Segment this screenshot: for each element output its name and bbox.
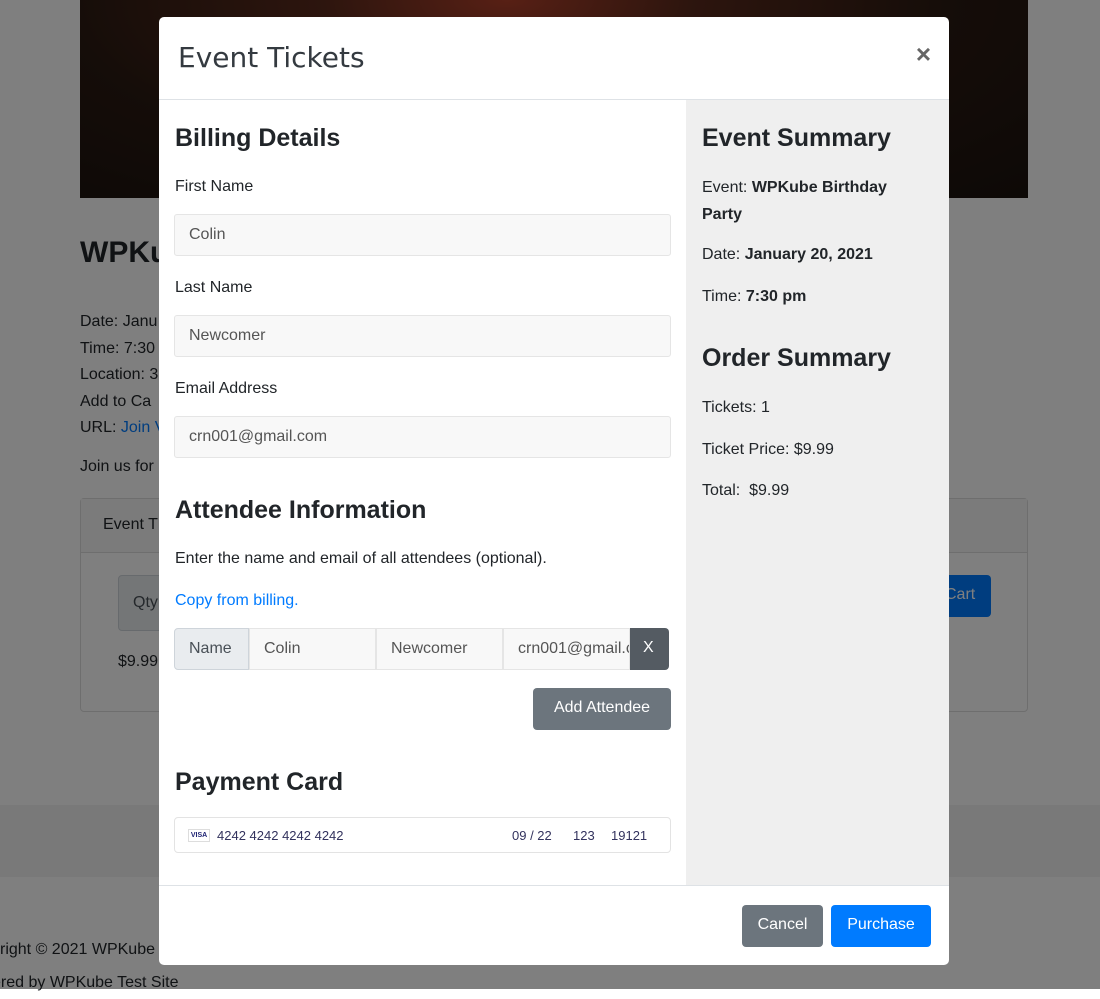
email-input[interactable]: crn001@gmail.com — [174, 416, 671, 458]
card-cvc[interactable]: 123 — [573, 828, 595, 843]
modal-title: Event Tickets — [178, 41, 365, 74]
first-name-label: First Name — [175, 178, 254, 195]
last-name-label: Last Name — [175, 279, 253, 296]
email-label: Email Address — [175, 380, 278, 397]
time-label: Time: — [702, 288, 746, 305]
attendee-row: Name Colin Newcomer crn001@gmail.com X — [174, 628, 670, 670]
billing-column: Billing Details First Name Colin Last Na… — [159, 100, 686, 885]
cancel-button[interactable]: Cancel — [742, 905, 823, 947]
time-value: 7:30 pm — [745, 288, 807, 305]
add-attendee-button[interactable]: Add Attendee — [533, 688, 671, 730]
date-value: January 20, 2021 — [744, 246, 873, 263]
summary-event: Event: WPKube Birthday Party — [702, 174, 922, 228]
summary-ticket-price: Ticket Price: $9.99 — [702, 441, 834, 458]
attendee-description: Enter the name and email of all attendee… — [175, 550, 547, 567]
card-expiry[interactable]: 09 / 22 — [512, 828, 552, 843]
attendee-heading: Attendee Information — [175, 496, 427, 524]
attendee-first-input[interactable]: Colin — [249, 628, 376, 670]
billing-heading: Billing Details — [175, 124, 341, 152]
remove-attendee-button[interactable]: X — [630, 628, 669, 670]
summary-date: Date: January 20, 2021 — [702, 241, 873, 268]
card-number[interactable]: 4242 4242 4242 4242 — [217, 828, 344, 843]
event-label: Event: — [702, 179, 752, 196]
name-prefix: Name — [174, 628, 249, 670]
summary-time: Time: 7:30 pm — [702, 283, 806, 310]
visa-icon: VISA — [188, 829, 210, 842]
card-zip[interactable]: 19121 — [611, 828, 647, 843]
attendee-last-input[interactable]: Newcomer — [376, 628, 503, 670]
summary-tickets: Tickets: 1 — [702, 399, 770, 416]
first-name-input[interactable]: Colin — [174, 214, 671, 256]
modal-footer: Cancel Purchase — [159, 885, 949, 965]
modal-header: Event Tickets — [159, 17, 949, 100]
copy-from-billing-link[interactable]: Copy from billing. — [175, 592, 299, 610]
event-summary-heading: Event Summary — [702, 124, 891, 152]
summary-column: Event Summary Event: WPKube Birthday Par… — [686, 100, 949, 885]
event-tickets-modal: Event Tickets × Billing Details First Na… — [159, 17, 949, 965]
order-summary-heading: Order Summary — [702, 344, 891, 372]
close-icon[interactable]: × — [916, 39, 931, 70]
attendee-email-input[interactable]: crn001@gmail.com — [503, 628, 630, 670]
summary-total: Total: $9.99 — [702, 482, 790, 499]
date-label: Date: — [702, 246, 745, 263]
purchase-button[interactable]: Purchase — [831, 905, 931, 947]
card-input[interactable]: VISA 4242 4242 4242 4242 09 / 22 123 191… — [174, 817, 671, 853]
payment-heading: Payment Card — [175, 768, 344, 796]
last-name-input[interactable]: Newcomer — [174, 315, 671, 357]
